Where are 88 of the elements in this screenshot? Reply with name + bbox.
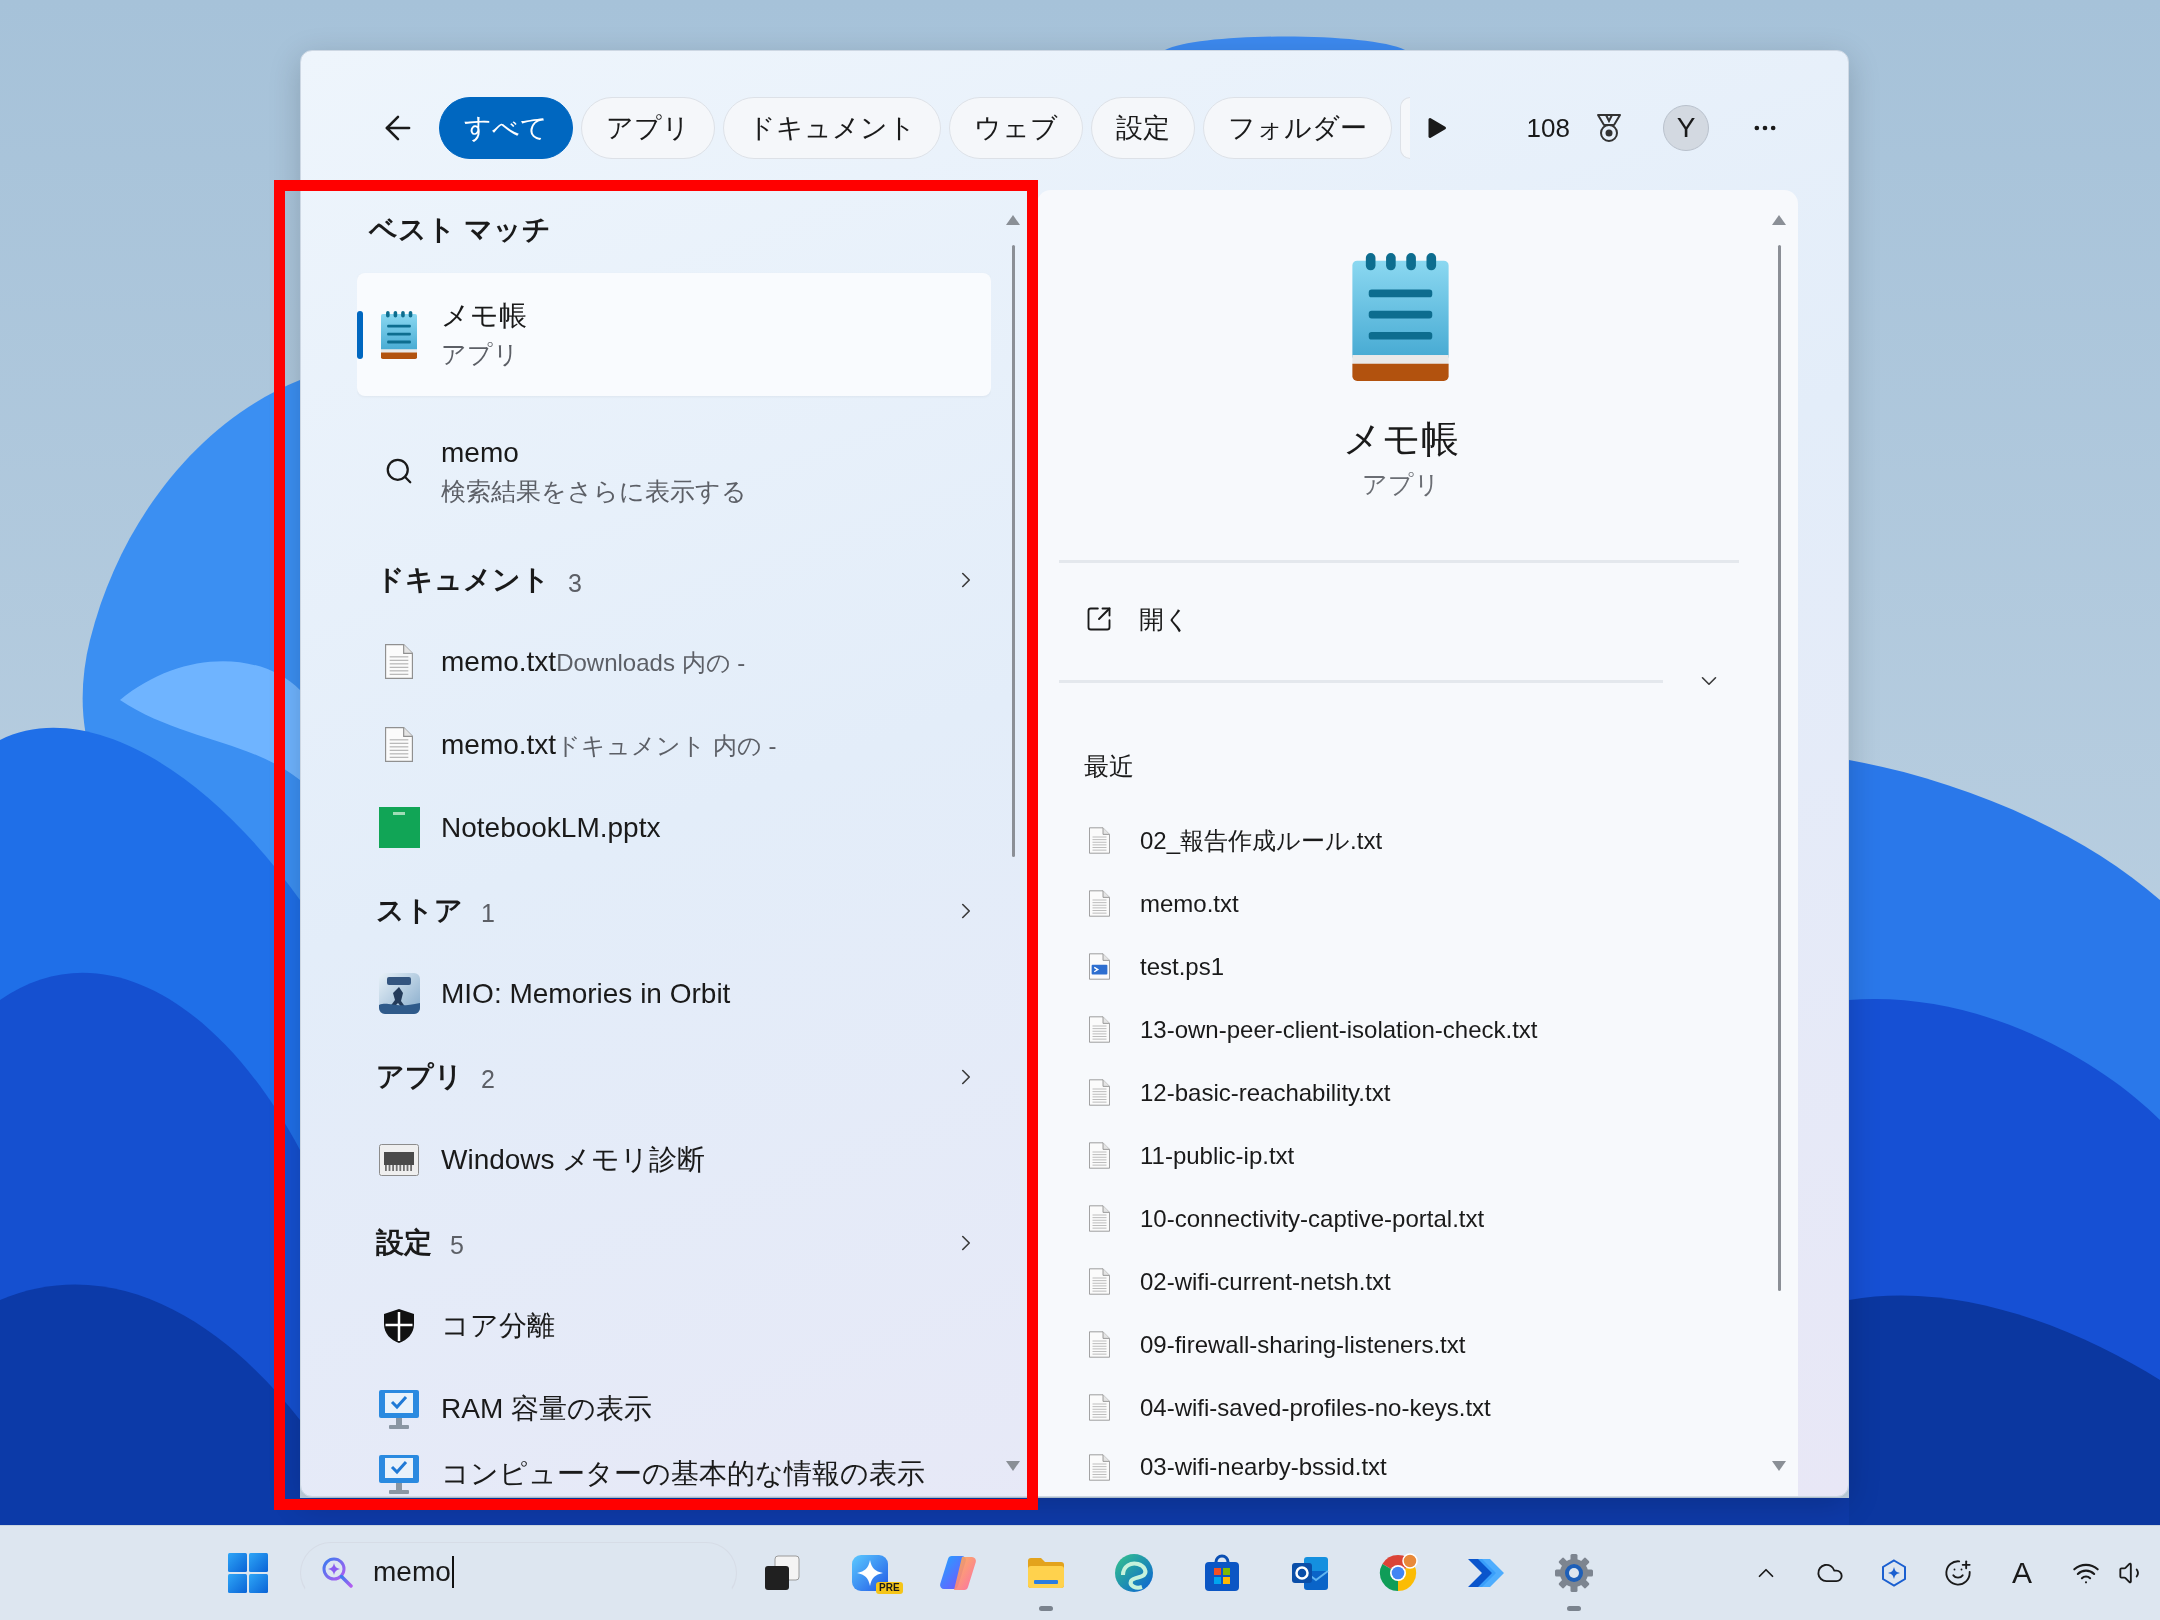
section-label: 最近 <box>1084 751 1134 781</box>
text-cursor-icon <box>451 1556 454 1588</box>
result-count: 2 <box>481 1064 495 1095</box>
points-count: 108 <box>1526 112 1570 144</box>
script-file-icon <box>1089 953 1110 980</box>
search-result[interactable]: Windows メモリ診断 <box>357 1118 716 1201</box>
scrollbar-thumb[interactable] <box>1777 245 1781 1291</box>
document-icon <box>1089 1016 1110 1043</box>
app-title: メモ帳 <box>1342 417 1459 462</box>
recent-file[interactable]: 10-connectivity-captive-portal.txt <box>1059 1187 1495 1250</box>
recent-file[interactable]: 13-own-peer-client-isolation-check.txt <box>1059 998 1548 1061</box>
section-heading: 設定 <box>376 1225 432 1260</box>
document-icon <box>1089 1205 1110 1232</box>
search-result[interactable]: メモ帳 アプリ <box>357 273 991 396</box>
recent-file[interactable]: 02_報告作成ルール.txt <box>1059 809 1393 872</box>
scroll-up-icon[interactable] <box>1771 214 1787 226</box>
document-icon <box>1089 890 1110 917</box>
recent-file[interactable]: 09-firewall-sharing-listeners.txt <box>1059 1313 1476 1376</box>
smile-plus-icon[interactable] <box>1944 1559 1972 1587</box>
memory-chip-icon <box>379 1143 419 1176</box>
notepad-icon <box>381 310 417 359</box>
search-result[interactable]: コア分離 <box>357 1284 565 1367</box>
task-view-icon[interactable] <box>762 1553 802 1593</box>
document-icon <box>385 727 413 762</box>
section-heading: ドキュメント <box>376 563 550 597</box>
open-button[interactable]: 開く <box>1059 589 1200 649</box>
shield-icon <box>382 1307 416 1344</box>
recent-file[interactable]: test.ps1 <box>1059 935 1235 998</box>
game-art-icon <box>378 973 420 1014</box>
input-mode-indicator[interactable]: A <box>2012 1555 2032 1591</box>
result-count: 3 <box>568 567 582 599</box>
recent-file[interactable]: 11-public-ip.txt <box>1059 1124 1305 1187</box>
search-result[interactable]: NotebookLM.pptx <box>357 786 671 869</box>
swirl-app-icon[interactable] <box>938 1553 978 1593</box>
settings-icon[interactable] <box>1554 1553 1594 1593</box>
result-count: 1 <box>481 898 495 929</box>
search-icon <box>384 456 414 486</box>
section-heading: ベスト マッチ <box>369 213 551 247</box>
wave-circle-icon[interactable] <box>1114 1553 1154 1593</box>
filter-tab[interactable]: フォルダー <box>1203 97 1392 159</box>
selection-bar <box>357 310 363 359</box>
slide-thumbnail-icon <box>378 807 420 848</box>
recent-file[interactable]: 03-wifi-nearby-bssid.txt <box>1059 1439 1397 1495</box>
scrollbar-thumb[interactable] <box>1011 245 1015 857</box>
filter-tab[interactable]: 設定 <box>1091 97 1195 159</box>
recent-file[interactable]: 04-wifi-saved-profiles-no-keys.txt <box>1059 1376 1501 1439</box>
filter-tab[interactable]: ドキュメント <box>723 97 941 159</box>
document-icon <box>1089 1268 1110 1295</box>
search-result[interactable]: RAM 容量の表示 <box>357 1367 662 1450</box>
medal-icon[interactable] <box>1595 113 1623 143</box>
notepad-icon <box>1352 253 1449 381</box>
section-heading: ストア <box>376 893 463 928</box>
triangle-right-icon[interactable] <box>1426 117 1447 139</box>
avatar[interactable]: Y <box>1663 105 1709 151</box>
document-icon <box>1089 1453 1110 1481</box>
document-icon <box>1089 1331 1110 1358</box>
document-icon <box>385 644 413 679</box>
document-icon <box>1089 1142 1110 1169</box>
shopping-bag-icon[interactable] <box>1202 1553 1242 1593</box>
filter-tab[interactable]: ウェブ <box>949 97 1083 159</box>
recent-file[interactable]: 02-wifi-current-netsh.txt <box>1059 1250 1401 1313</box>
search-result[interactable]: memo.txt ドキュメント 内の - <box>357 703 787 786</box>
recent-file[interactable]: 12-basic-reachability.txt <box>1059 1061 1401 1124</box>
app-badge: PRE <box>876 1582 903 1594</box>
section-heading: アプリ <box>376 1059 463 1094</box>
filter-tab[interactable]: すべて <box>439 97 573 159</box>
recent-file[interactable]: memo.txt <box>1059 872 1249 935</box>
monitor-check-icon <box>378 1388 420 1429</box>
filter-tab[interactable]: アプリ <box>581 97 715 159</box>
document-icon <box>1089 1079 1110 1106</box>
open-external-icon <box>1085 605 1113 633</box>
browser-circle-icon[interactable] <box>1378 1553 1418 1593</box>
scroll-down-icon[interactable] <box>1005 1460 1021 1472</box>
search-icon <box>321 1556 353 1588</box>
search-result[interactable]: memo.txtDownloads 内の - <box>357 620 756 703</box>
search-result[interactable]: memo 検索結果をさらに表示する <box>357 411 757 531</box>
start-icon[interactable] <box>228 1553 268 1593</box>
result-count: 5 <box>450 1230 464 1261</box>
clipped-tab[interactable] <box>1400 97 1410 159</box>
scroll-up-icon[interactable] <box>1005 214 1021 226</box>
document-icon <box>1089 1394 1110 1421</box>
document-icon <box>1089 827 1110 854</box>
hexagon-sparkle-icon[interactable] <box>1880 1559 1908 1587</box>
scroll-down-icon[interactable] <box>1771 1460 1787 1472</box>
monitor-check-icon <box>378 1454 420 1494</box>
search-result[interactable]: コンピューターの基本的な情報の表示 <box>357 1450 935 1496</box>
app-type: アプリ <box>1361 469 1440 500</box>
search-result[interactable]: MIO: Memories in Orbit <box>357 952 741 1035</box>
